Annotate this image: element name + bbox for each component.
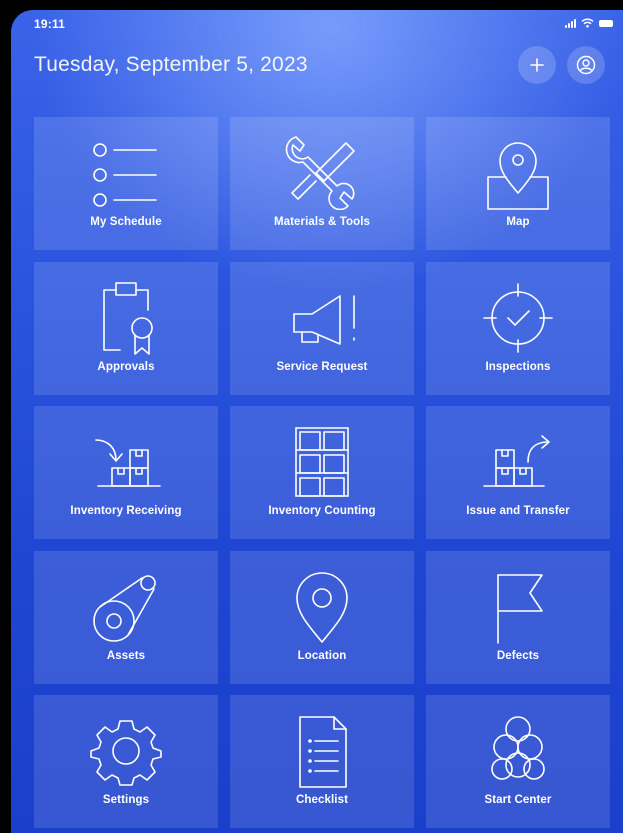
tile-service-request[interactable]: Service Request — [230, 262, 414, 395]
tile-label: Assets — [106, 650, 146, 662]
map-pin-icon — [487, 142, 549, 210]
asset-tag-icon — [93, 575, 156, 642]
tile-my-schedule[interactable]: My Schedule — [34, 117, 218, 250]
status-time: 19:11 — [34, 17, 66, 31]
status-bar: 19:11 — [11, 10, 623, 38]
tile-materials-tools[interactable]: Materials & Tools — [230, 117, 414, 250]
tile-approvals[interactable]: Approvals — [34, 262, 218, 395]
status-icons — [565, 18, 613, 28]
tools-icon — [285, 136, 355, 210]
tile-label: Inventory Counting — [268, 505, 376, 517]
circles-cluster-icon — [491, 716, 545, 780]
target-check-icon — [483, 283, 553, 353]
app-screen: 19:11 Tuesday, September 5, 2023 My Sche… — [11, 10, 623, 833]
tile-inventory-receiving[interactable]: Inventory Receiving — [34, 406, 218, 539]
tile-defects[interactable]: Defects — [426, 551, 610, 684]
profile-button[interactable] — [567, 46, 605, 84]
transfer-boxes-icon — [483, 435, 550, 487]
flag-icon — [497, 574, 543, 644]
wifi-icon — [581, 18, 594, 28]
tile-label: Defects — [496, 650, 540, 662]
checklist-icon — [299, 716, 347, 788]
tile-label: Service Request — [276, 361, 368, 373]
tile-label: Inspections — [485, 361, 551, 373]
list-icon — [93, 143, 157, 207]
tile-start-center[interactable]: Start Center — [426, 695, 610, 828]
tile-label: My Schedule — [90, 216, 162, 228]
tile-map[interactable]: Map — [426, 117, 610, 250]
page-title: Tuesday, September 5, 2023 — [34, 53, 308, 76]
location-pin-icon — [296, 572, 348, 643]
tile-label: Settings — [102, 794, 150, 806]
gear-icon — [90, 720, 162, 786]
receiving-boxes-icon — [95, 439, 161, 487]
tile-checklist[interactable]: Checklist — [230, 695, 414, 828]
megaphone-icon — [293, 295, 355, 345]
shelves-boxes-icon — [295, 427, 349, 497]
battery-icon — [599, 19, 613, 27]
add-button[interactable] — [518, 46, 556, 84]
tile-label: Materials & Tools — [273, 216, 371, 228]
tile-label: Issue and Transfer — [466, 505, 570, 517]
tile-settings[interactable]: Settings — [34, 695, 218, 828]
tile-location[interactable]: Location — [230, 551, 414, 684]
clipboard-ribbon-icon — [103, 282, 153, 355]
tile-label: Location — [297, 650, 347, 662]
tile-assets[interactable]: Assets — [34, 551, 218, 684]
user-icon — [576, 55, 596, 75]
tile-label: Start Center — [484, 794, 552, 806]
plus-icon — [530, 58, 544, 72]
tile-inventory-counting[interactable]: Inventory Counting — [230, 406, 414, 539]
tile-label: Approvals — [97, 361, 155, 373]
tile-issue-transfer[interactable]: Issue and Transfer — [426, 406, 610, 539]
tile-label: Checklist — [295, 794, 349, 806]
tile-label: Map — [506, 216, 530, 228]
signal-icon — [565, 18, 576, 28]
tile-label: Inventory Receiving — [70, 505, 182, 517]
tile-inspections[interactable]: Inspections — [426, 262, 610, 395]
